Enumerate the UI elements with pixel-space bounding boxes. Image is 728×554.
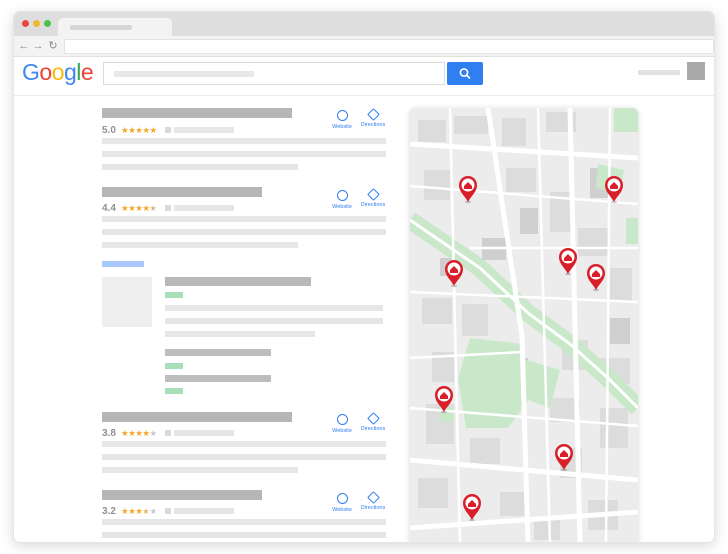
website-label: Website [332, 428, 352, 434]
search-input[interactable] [103, 62, 445, 85]
directions-button[interactable]: Directions [353, 491, 393, 511]
browser-tab[interactable] [58, 18, 172, 36]
globe-icon [336, 190, 348, 201]
rating-value: 3.2 [102, 506, 116, 517]
search-icon [459, 68, 471, 79]
directions-label: Directions [360, 505, 386, 511]
reload-icon[interactable]: ↻ [47, 39, 59, 53]
star-rating: ★★★★★ [121, 506, 157, 516]
directions-label: Directions [360, 122, 386, 128]
snippet-line [102, 441, 386, 447]
map-panel[interactable] [410, 108, 638, 542]
snippet-line [102, 454, 386, 460]
street-map[interactable] [410, 108, 638, 542]
review-count-placeholder [165, 205, 171, 211]
star-rating: ★★★★★ [121, 203, 157, 213]
directions-icon [366, 108, 380, 121]
snippet-line [102, 164, 298, 170]
featured-line [165, 318, 383, 324]
website-label: Website [332, 124, 352, 130]
search-query-placeholder [114, 71, 254, 77]
category-placeholder [174, 430, 234, 436]
snippet-line [102, 519, 386, 525]
rating-value: 5.0 [102, 125, 116, 136]
result-title-placeholder[interactable] [102, 108, 292, 118]
directions-icon [366, 491, 380, 504]
category-placeholder [174, 205, 234, 211]
result-title-placeholder[interactable] [102, 412, 292, 422]
featured-line [165, 305, 383, 311]
review-count-placeholder [165, 430, 171, 436]
website-label: Website [332, 507, 352, 513]
globe-icon [336, 414, 348, 425]
thumbnail-placeholder[interactable] [102, 277, 152, 327]
snippet-line [102, 151, 386, 157]
review-count-placeholder [165, 127, 171, 133]
address-bar[interactable] [64, 39, 714, 54]
section-label-placeholder [102, 261, 144, 267]
logo-letter: G [22, 59, 40, 85]
zoom-window-button[interactable] [44, 20, 51, 27]
directions-icon [366, 412, 380, 425]
close-window-button[interactable] [22, 20, 29, 27]
category-placeholder [174, 127, 234, 133]
result-title-placeholder[interactable] [102, 187, 262, 197]
snippet-line [102, 138, 386, 144]
green-tag-placeholder [165, 363, 183, 369]
directions-label: Directions [360, 202, 386, 208]
avatar[interactable] [687, 62, 705, 80]
star-rating: ★★★★★ [121, 125, 157, 135]
logo-letter: g [63, 59, 77, 85]
rating-value: 3.8 [102, 428, 116, 439]
minimize-window-button[interactable] [33, 20, 40, 27]
featured-line [165, 331, 315, 337]
green-tag-placeholder [165, 292, 183, 298]
review-count-placeholder [165, 508, 171, 514]
category-placeholder [174, 508, 234, 514]
rating-value: 4.4 [102, 203, 116, 214]
google-logo[interactable]: Google [22, 59, 94, 86]
sub-item-placeholder[interactable] [165, 375, 271, 382]
google-header: Google [14, 57, 714, 96]
result-title-placeholder[interactable] [102, 490, 262, 500]
navigation-bar: ← → ↻ [14, 36, 714, 57]
snippet-line [102, 242, 298, 248]
logo-letter: e [80, 59, 94, 85]
tab-title-placeholder [70, 25, 132, 30]
logo-letter: o [51, 59, 65, 85]
globe-icon [336, 493, 348, 504]
snippet-line [102, 532, 386, 538]
directions-icon [366, 188, 380, 201]
directions-button[interactable]: Directions [353, 412, 393, 432]
sub-item-placeholder[interactable] [165, 349, 271, 356]
green-tag-placeholder [165, 388, 183, 394]
directions-button[interactable]: Directions [353, 108, 393, 128]
directions-label: Directions [360, 426, 386, 432]
website-label: Website [332, 204, 352, 210]
account-name-placeholder [638, 70, 680, 75]
search-button[interactable] [447, 62, 483, 85]
directions-button[interactable]: Directions [353, 188, 393, 208]
star-rating: ★★★★★ [121, 428, 157, 438]
browser-window: ← → ↻ Google 5.0 ★★★★★ Website Direction… [14, 12, 714, 542]
featured-title-placeholder[interactable] [165, 277, 311, 286]
snippet-line [102, 216, 386, 222]
snippet-line [102, 229, 386, 235]
forward-arrow-icon[interactable]: → [32, 39, 44, 53]
title-bar [14, 12, 714, 36]
snippet-line [102, 467, 298, 473]
back-arrow-icon[interactable]: ← [18, 39, 30, 53]
logo-letter: o [39, 59, 52, 85]
globe-icon [336, 110, 348, 121]
